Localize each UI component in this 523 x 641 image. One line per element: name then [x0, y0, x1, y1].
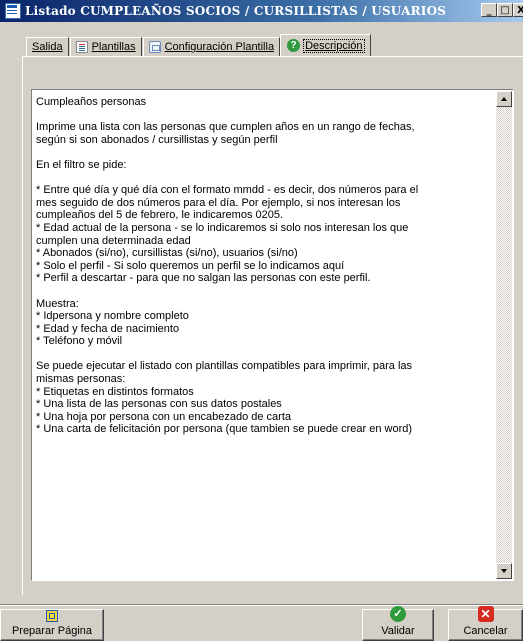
close-icon: ✕	[477, 606, 494, 622]
scroll-up-button[interactable]	[496, 91, 512, 107]
tab-label-focus: Descripción	[303, 38, 365, 53]
tab-configuracion-plantilla[interactable]: Configuración Plantilla	[142, 37, 281, 56]
window-controls: _ □ X	[481, 3, 523, 17]
tab-salida[interactable]: Salida	[26, 37, 69, 56]
list-icon	[75, 41, 88, 53]
button-label: Preparar Página	[11, 625, 93, 637]
tab-label: Descripción	[305, 39, 363, 52]
description-text: Cumpleaños personas Imprime una lista co…	[36, 96, 419, 436]
tab-label: Plantillas	[91, 41, 136, 53]
tab-descripcion[interactable]: ? Descripción	[280, 34, 371, 56]
template-icon	[148, 41, 161, 53]
prepare-page-button[interactable]: Preparar Página	[0, 609, 104, 641]
validate-button[interactable]: ✓ Validar	[362, 606, 434, 641]
tab-strip: Salida Plantillas Configuración Plantill…	[26, 34, 372, 56]
close-button[interactable]: X	[513, 3, 523, 17]
check-icon: ✓	[390, 606, 406, 622]
minimize-button[interactable]: _	[481, 3, 497, 17]
cancel-button[interactable]: ✕ Cancelar	[448, 606, 523, 641]
description-textarea[interactable]: Cumpleaños personas Imprime una lista co…	[31, 89, 514, 581]
help-icon: ?	[287, 39, 301, 52]
bottom-separator	[0, 604, 523, 606]
scroll-down-button[interactable]	[496, 563, 512, 579]
tab-label: Salida	[32, 41, 63, 53]
window-title: Listado CUMPLEAÑOS SOCIOS / CURSILLISTAS…	[25, 4, 447, 18]
maximize-button[interactable]: □	[497, 3, 513, 17]
title-bar: Listado CUMPLEAÑOS SOCIOS / CURSILLISTAS…	[0, 0, 523, 22]
list-app-icon	[5, 3, 21, 19]
page-setup-icon	[46, 610, 58, 622]
tab-plantillas[interactable]: Plantillas	[69, 37, 142, 56]
button-label: Cancelar	[463, 625, 508, 637]
tab-label: Configuración Plantilla	[164, 41, 275, 53]
button-label: Validar	[381, 625, 415, 637]
vertical-scrollbar[interactable]	[496, 91, 512, 579]
